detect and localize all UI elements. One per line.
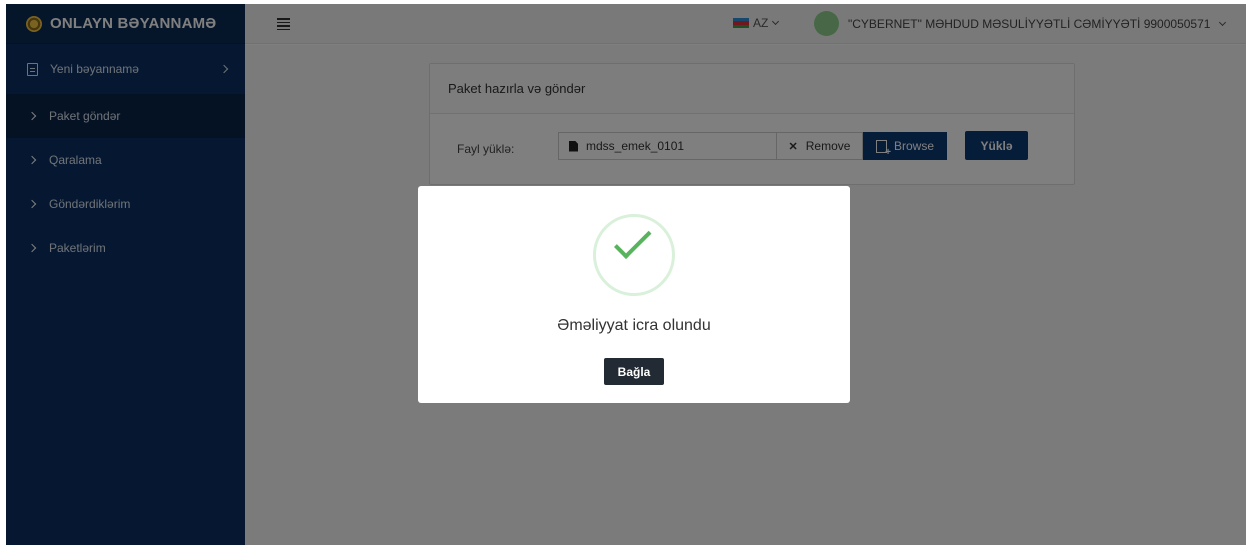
close-button[interactable]: Bağla bbox=[604, 358, 664, 385]
success-modal: Əməliyyat icra olundu Bağla bbox=[418, 186, 850, 403]
success-check-icon bbox=[593, 214, 675, 296]
modal-message: Əməliyyat icra olundu bbox=[557, 317, 711, 334]
app-frame: ONLAYN BƏYANNAMƏ Yeni bəyannamə Paket gö… bbox=[6, 4, 1246, 545]
